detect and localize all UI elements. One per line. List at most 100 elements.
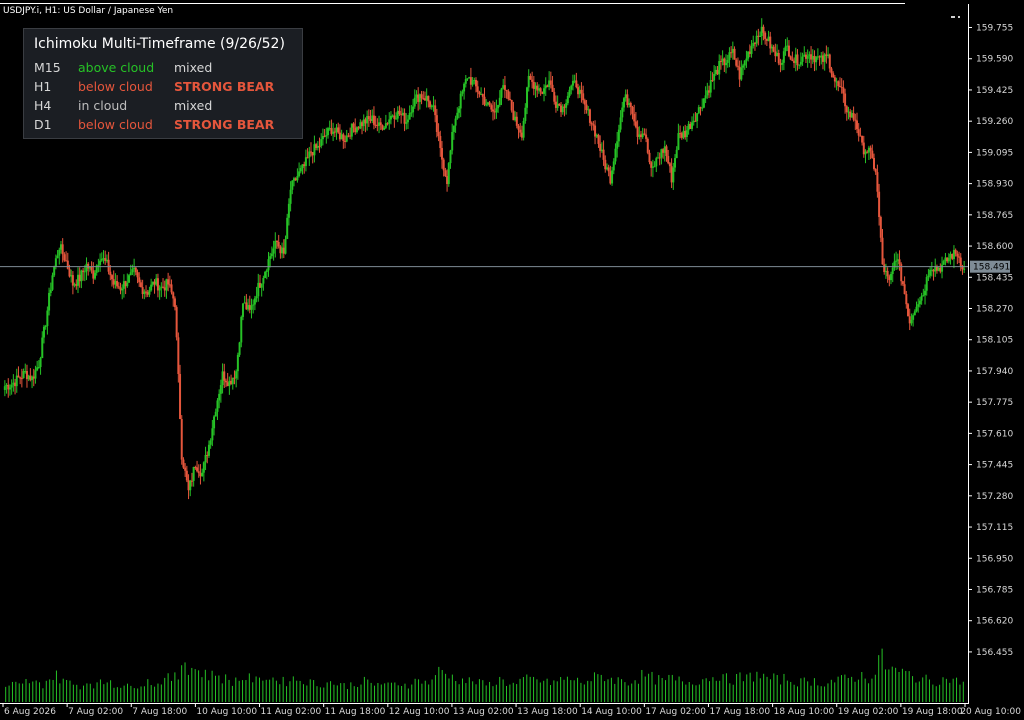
candle-body <box>638 134 641 137</box>
candle-body <box>485 104 488 106</box>
candle-body <box>112 279 115 285</box>
x-tick-label: 12 Aug 10:00 <box>389 707 450 717</box>
candle-body <box>204 455 207 463</box>
candle-body <box>847 111 850 113</box>
candle-body <box>799 61 802 65</box>
candle-body <box>82 270 85 272</box>
candle-body <box>134 267 137 273</box>
candle-body <box>418 94 421 102</box>
candle-body <box>236 354 239 372</box>
candle-body <box>258 282 261 288</box>
candle-body <box>704 95 707 99</box>
candle-body <box>313 144 316 156</box>
candle-body <box>497 105 500 109</box>
candle-body <box>151 281 154 285</box>
candle-body <box>803 54 806 57</box>
candle-body <box>145 291 148 293</box>
candle-body <box>374 124 377 126</box>
x-tick-label: 11 Aug 18:00 <box>325 707 386 717</box>
candle-body <box>934 266 937 272</box>
candle-body <box>36 367 39 371</box>
candle-body <box>925 277 928 291</box>
candle-body <box>19 377 22 379</box>
x-tick-label: 6 Aug 2026 <box>4 707 56 717</box>
candle-body <box>835 81 838 83</box>
candle-body <box>917 304 920 307</box>
candle-body <box>840 86 843 88</box>
candle-body <box>483 96 486 105</box>
time-axis[interactable]: 6 Aug 2026 7 Aug 02:00 7 Aug 18:00 10 Aug 1… <box>2 703 1021 717</box>
candle-body <box>752 43 755 47</box>
candle-body <box>891 267 894 274</box>
candle-body <box>447 163 450 184</box>
candle-body <box>592 124 595 126</box>
candle-body <box>218 393 221 401</box>
candle-body <box>898 259 901 265</box>
candle-body <box>675 149 678 159</box>
candle-body <box>556 103 559 108</box>
candle-body <box>878 191 881 218</box>
candle-body <box>362 119 365 127</box>
candle-body <box>546 85 549 88</box>
candle-body <box>634 121 637 127</box>
candle-body <box>182 459 185 468</box>
candle-body <box>281 247 284 254</box>
candle-body <box>563 106 566 108</box>
candle-body <box>748 51 751 54</box>
candle-body <box>364 119 367 124</box>
candle-body <box>733 48 736 60</box>
candle-body <box>100 258 103 261</box>
candle-body <box>590 122 593 125</box>
candle-body <box>507 90 510 100</box>
y-tick-label: 159.590 <box>976 55 1013 65</box>
candle-body <box>774 51 777 57</box>
candle-body <box>160 286 163 288</box>
candle-body <box>651 166 654 168</box>
candle-body <box>553 91 556 102</box>
candle-body <box>359 122 362 129</box>
candle-body <box>207 444 210 456</box>
candle-body <box>585 104 588 110</box>
candle-body <box>876 172 879 192</box>
candle-body <box>742 65 745 68</box>
current-price-label: 158.491 <box>970 260 1010 273</box>
candle-body <box>444 170 447 177</box>
x-tick-label: 19 Aug 18:00 <box>902 707 963 717</box>
candle-body <box>813 55 816 63</box>
candle-body <box>180 419 183 460</box>
candle-body <box>702 98 705 108</box>
candle-body <box>187 480 190 491</box>
candle-body <box>209 440 212 445</box>
candle-body <box>303 164 306 167</box>
candle-body <box>403 112 406 124</box>
candle-body <box>723 58 726 66</box>
candle-body <box>855 120 858 130</box>
candle-body <box>165 279 168 291</box>
candle-body <box>434 105 437 116</box>
candle-body <box>517 125 520 130</box>
candle-body <box>37 367 40 369</box>
volume-layer <box>5 648 964 702</box>
candle-body <box>51 275 54 290</box>
candle-body <box>338 132 341 140</box>
candle-body <box>452 125 455 132</box>
x-tick-label: 7 Aug 02:00 <box>68 707 123 717</box>
candle-body <box>818 56 821 58</box>
candle-body <box>294 178 297 181</box>
candle-body <box>301 164 304 169</box>
candle-body <box>389 115 392 120</box>
candle-body <box>544 85 547 89</box>
candle-body <box>663 146 666 153</box>
candle-body <box>133 267 136 270</box>
candle-body <box>639 134 642 138</box>
candle-body <box>53 266 56 276</box>
candle-body <box>454 118 457 126</box>
candle-body <box>903 284 906 295</box>
candle-body <box>549 80 552 85</box>
candle-body <box>429 101 432 108</box>
scroll-marker-icon[interactable] <box>951 16 960 18</box>
candle-body <box>430 105 433 108</box>
candle-body <box>275 240 278 242</box>
price-axis[interactable]: 159.755 159.590 159.425 159.260 159.095 158.9… <box>968 24 1013 658</box>
candle-body <box>850 113 853 118</box>
